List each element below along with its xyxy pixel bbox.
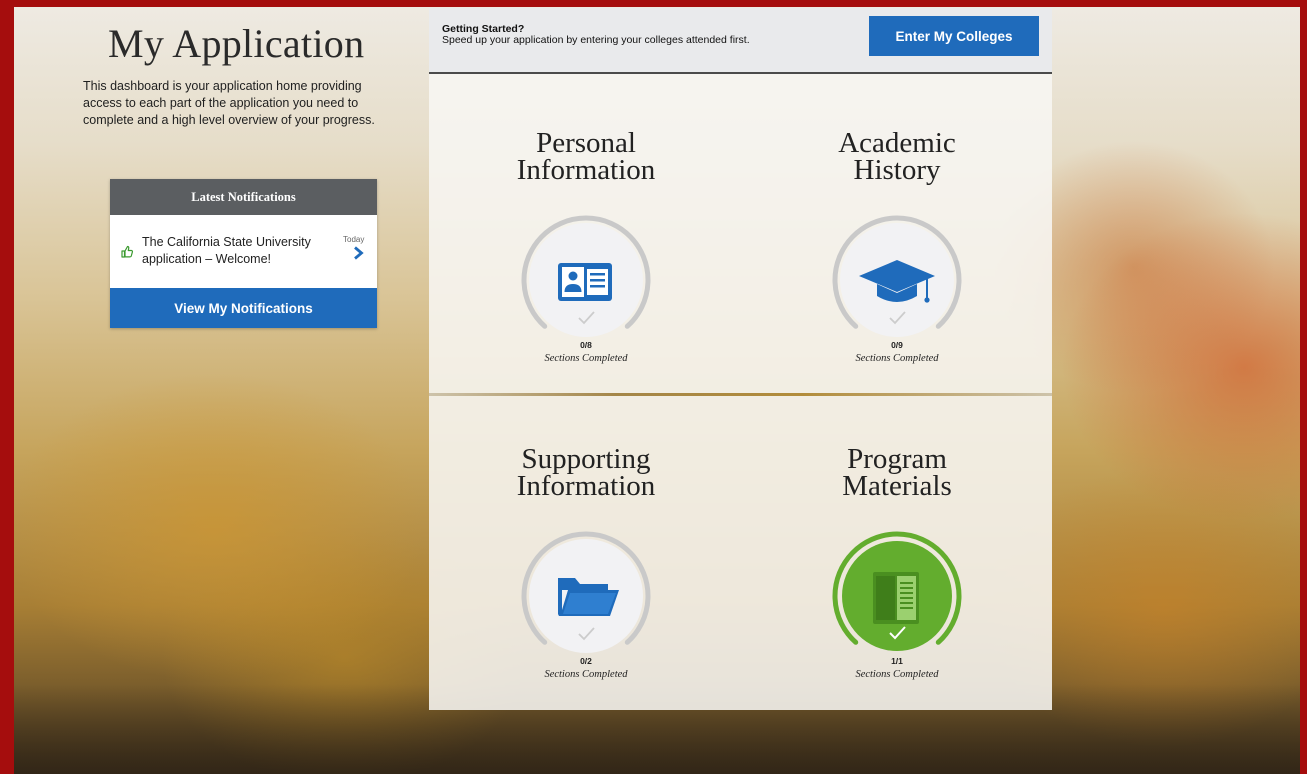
progress-count: 1/1: [891, 656, 903, 666]
notifications-header: Latest Notifications: [110, 179, 377, 215]
getting-started-bar: Getting Started? Speed up your applicati…: [429, 8, 1052, 74]
progress-label: Sections Completed: [544, 353, 628, 364]
section-title: Program Materials: [767, 443, 1027, 502]
notifications-panel: Latest Notifications The California Stat…: [110, 179, 377, 328]
thumbs-up-icon: [121, 245, 134, 258]
getting-started-text: Speed up your application by entering yo…: [442, 34, 750, 46]
progress-label: Sections Completed: [544, 669, 628, 680]
progress-count: 0/2: [580, 656, 592, 666]
progress-count: 0/8: [580, 340, 592, 350]
progress-count: 0/9: [891, 340, 903, 350]
page-title: My Application: [108, 21, 365, 66]
enter-colleges-button[interactable]: Enter My Colleges: [869, 16, 1039, 56]
section-title-line2: History: [853, 154, 941, 186]
section-title-line2: Information: [516, 154, 656, 186]
progress-ring: [521, 215, 651, 337]
section-title: Academic History: [767, 127, 1027, 186]
section-title-line2: Information: [516, 470, 656, 502]
notification-text: The California State University applicat…: [142, 235, 311, 266]
section-title: Supporting Information: [456, 443, 716, 502]
view-notifications-button[interactable]: View My Notifications: [110, 288, 377, 328]
section-card-supporting-information[interactable]: Supporting Information 0/2 Sections Comp…: [456, 443, 716, 736]
section-title-line2: Materials: [842, 470, 952, 502]
section-title-line1: Personal: [536, 127, 636, 159]
section-card-academic-history[interactable]: Academic History 0/9 Sections Completed: [767, 127, 1027, 420]
section-card-program-materials[interactable]: Program Materials 1/1 Sections Completed: [767, 443, 1027, 736]
section-title-line1: Academic: [838, 127, 956, 159]
id-card-icon: [558, 263, 612, 301]
section-title: Personal Information: [456, 127, 716, 186]
progress-ring: [832, 215, 962, 337]
notification-item[interactable]: The California State University applicat…: [110, 215, 377, 288]
progress-ring: [521, 531, 651, 653]
progress-label: Sections Completed: [855, 669, 939, 680]
section-title-line1: Program: [847, 443, 947, 475]
chevron-right-icon[interactable]: [352, 246, 364, 260]
section-title-line1: Supporting: [521, 443, 651, 475]
intro-text: This dashboard is your application home …: [83, 79, 375, 127]
section-card-personal-information[interactable]: Personal Information 0/8 Sections Comple…: [456, 127, 716, 420]
progress-ring: [832, 531, 962, 651]
notification-date: Today: [343, 235, 365, 244]
book-icon: [873, 572, 919, 624]
progress-label: Sections Completed: [855, 353, 939, 364]
